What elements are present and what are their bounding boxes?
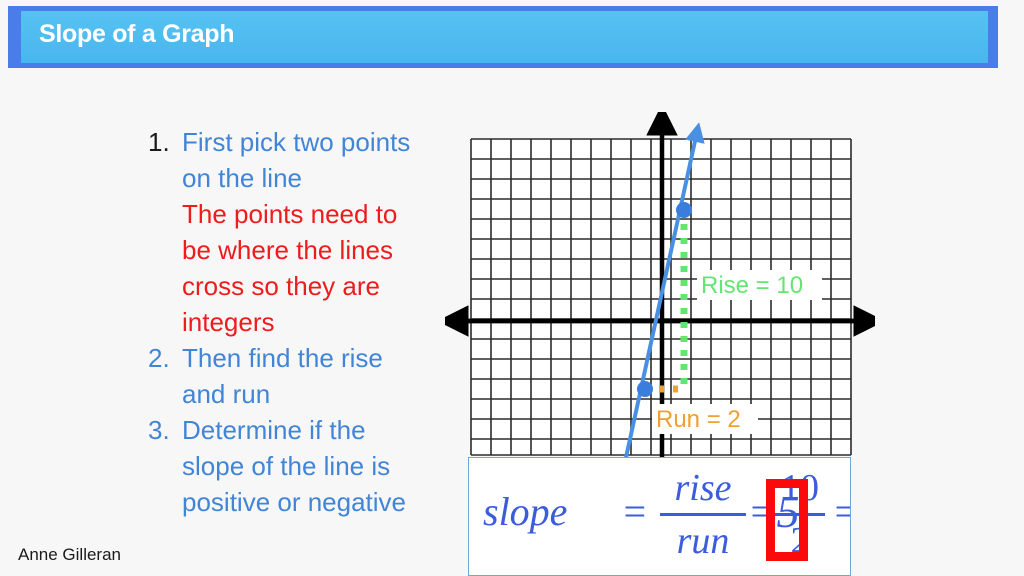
step-line: The points need to xyxy=(182,199,398,229)
step-number: 3. xyxy=(148,415,170,445)
step-number: 1. xyxy=(148,127,170,157)
step-line: cross so they are xyxy=(182,271,380,301)
page-title: Slope of a Graph xyxy=(39,20,235,48)
step-text: First pick two points on the line The po… xyxy=(182,124,468,340)
step-line: slope of the line is xyxy=(182,451,391,481)
formula-denominator-run: run xyxy=(676,520,730,562)
instruction-list: 1. First pick two points on the line The… xyxy=(148,124,468,520)
list-item: 2. Then find the rise and run xyxy=(148,340,468,412)
step-line: be where the lines xyxy=(182,235,394,265)
run-label: Run = 2 xyxy=(656,406,741,433)
step-line: Determine if the xyxy=(182,415,366,445)
slope-formula-box: slope = rise run = 10 2 = 5 xyxy=(468,457,851,576)
list-item: 1. First pick two points on the line The… xyxy=(148,124,468,340)
rise-label: Rise = 10 xyxy=(701,272,803,299)
formula-answer: 5 xyxy=(776,486,800,537)
formula-slope-word: slope xyxy=(483,489,568,534)
step-number: 2. xyxy=(148,343,170,373)
step-line: and run xyxy=(182,379,271,409)
graph-figure: Rise = 10 Run = 2 xyxy=(445,112,875,462)
step-text: Determine if the slope of the line is po… xyxy=(182,412,468,520)
formula-equals-3: = xyxy=(832,488,850,535)
formula-fraction-rise-run: rise run xyxy=(654,465,752,564)
formula-numerator-rise: rise xyxy=(674,467,732,509)
step-line: on the line xyxy=(182,163,302,193)
step-line: integers xyxy=(182,307,275,337)
fraction-bar-icon xyxy=(660,513,746,516)
lower-point xyxy=(637,381,653,397)
step-line: positive or negative xyxy=(182,487,407,517)
formula-equals-1: = xyxy=(621,489,648,534)
step-text: Then find the rise and run xyxy=(182,340,468,412)
upper-point xyxy=(676,202,692,218)
author-credit: Anne Gilleran xyxy=(18,545,122,564)
title-bar: Slope of a Graph xyxy=(21,11,988,63)
step-line: Then find the rise xyxy=(182,343,383,373)
step-line: First pick two points xyxy=(182,127,411,157)
list-item: 3. Determine if the slope of the line is… xyxy=(148,412,468,520)
title-bar-frame: Slope of a Graph xyxy=(8,6,998,68)
coordinate-graph: Rise = 10 Run = 2 xyxy=(445,112,875,462)
